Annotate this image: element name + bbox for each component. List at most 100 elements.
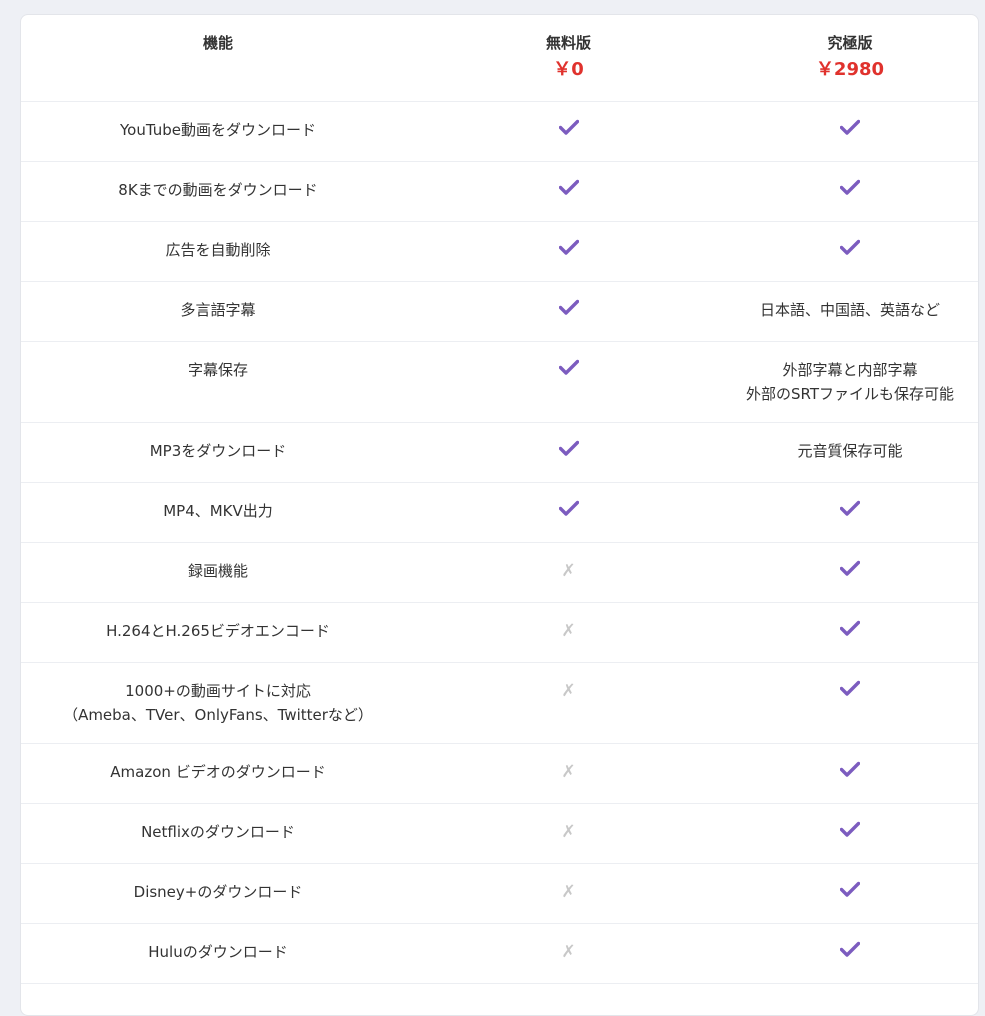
ultimate-plan-label: 究極版 xyxy=(827,34,873,52)
free-plan-price: ￥0 xyxy=(553,59,584,80)
cross-icon: ✗ xyxy=(561,822,576,842)
feature-cell: 多言語字幕 xyxy=(21,282,415,341)
free-plan-cell xyxy=(415,102,722,161)
table-row: 広告を自動削除 xyxy=(21,222,978,282)
table-row: YouTube動画をダウンロード xyxy=(21,102,978,162)
cross-icon: ✗ xyxy=(561,681,576,701)
feature-label: 8Kまでの動画をダウンロード xyxy=(118,181,318,199)
ultimate-plan-cell xyxy=(722,603,978,662)
feature-label: Netflixのダウンロード xyxy=(141,823,295,841)
table-row: MP4、MKV出力 xyxy=(21,483,978,543)
free-plan-cell: ✗ xyxy=(415,744,722,803)
comparison-table: 機能 無料版 ￥0 究極版 ￥2980 YouTube動画をダウンロード 8Kまで… xyxy=(20,14,979,1016)
cross-icon: ✗ xyxy=(561,882,576,902)
ultimate-plan-cell xyxy=(722,222,978,281)
table-header: 機能 無料版 ￥0 究極版 ￥2980 xyxy=(21,15,978,102)
free-plan-cell: ✗ xyxy=(415,924,722,983)
free-plan-label: 無料版 xyxy=(545,34,591,52)
feature-cell: 字幕保存 xyxy=(21,342,415,422)
feature-label: 録画機能 xyxy=(187,562,248,580)
feature-label: 多言語字幕 xyxy=(180,301,256,319)
check-icon xyxy=(840,179,860,200)
check-icon xyxy=(840,560,860,581)
feature-cell: 1000+の動画サイトに対応 （Ameba、TVer、OnlyFans、Twitt… xyxy=(21,663,415,743)
ultimate-plan-cell xyxy=(722,102,978,161)
free-plan-cell: ✗ xyxy=(415,663,722,743)
ultimate-plan-cell xyxy=(722,804,978,863)
free-plan-cell: ✗ xyxy=(415,543,722,602)
check-icon xyxy=(558,179,579,200)
feature-label: Amazon ビデオのダウンロード xyxy=(110,763,326,781)
feature-label: 広告を自動削除 xyxy=(165,241,271,259)
ultimate-plan-cell: 元音質保存可能 xyxy=(722,423,978,482)
table-row: 録画機能 ✗ xyxy=(21,543,978,603)
feature-cell: Disney+のダウンロード xyxy=(21,864,415,923)
table-row: MP3をダウンロード 元音質保存可能 xyxy=(21,423,978,483)
check-icon xyxy=(840,500,860,521)
check-icon xyxy=(840,680,860,701)
ultimate-plan-cell xyxy=(722,924,978,983)
ultimate-plan-cell: 日本語、中国語、英語など xyxy=(722,282,978,341)
table-row: 1000+の動画サイトに対応 （Ameba、TVer、OnlyFans、Twitt… xyxy=(21,663,978,744)
check-icon xyxy=(840,239,860,260)
cross-icon: ✗ xyxy=(561,762,576,782)
feature-cell: 8Kまでの動画をダウンロード xyxy=(21,162,415,221)
ultimate-plan-price: ￥2980 xyxy=(815,59,885,80)
feature-cell: Huluのダウンロード xyxy=(21,924,415,983)
feature-label: YouTube動画をダウンロード xyxy=(120,121,316,139)
feature-label: MP4、MKV出力 xyxy=(163,502,273,520)
free-plan-cell xyxy=(415,222,722,281)
feature-cell: MP3をダウンロード xyxy=(21,423,415,482)
feature-cell: H.264とH.265ビデオエンコード xyxy=(21,603,415,662)
ultimate-feature-text: 外部字幕と内部字幕 xyxy=(782,361,918,379)
check-icon xyxy=(558,440,579,461)
check-icon xyxy=(840,881,860,902)
feature-label: Huluのダウンロード xyxy=(148,943,288,961)
table-row: Disney+のダウンロード ✗ xyxy=(21,864,978,924)
ultimate-plan-header: 究極版 ￥2980 xyxy=(722,15,978,101)
feature-label: （Ameba、TVer、OnlyFans、Twitterなど） xyxy=(63,706,373,724)
ultimate-feature-text: 元音質保存可能 xyxy=(797,442,903,460)
free-plan-cell: ✗ xyxy=(415,603,722,662)
table-row: Amazon ビデオのダウンロード ✗ xyxy=(21,744,978,804)
feature-header-label: 機能 xyxy=(202,34,233,52)
ultimate-plan-cell xyxy=(722,483,978,542)
feature-label: 1000+の動画サイトに対応 xyxy=(125,682,311,700)
check-icon xyxy=(840,119,860,140)
free-plan-cell: ✗ xyxy=(415,864,722,923)
table-row: 8Kまでの動画をダウンロード xyxy=(21,162,978,222)
free-plan-cell: ✗ xyxy=(415,804,722,863)
ultimate-feature-text: 外部のSRTファイルも保存可能 xyxy=(745,385,955,403)
ultimate-plan-cell xyxy=(722,744,978,803)
ultimate-plan-cell xyxy=(722,162,978,221)
cross-icon: ✗ xyxy=(561,621,576,641)
feature-cell: Netflixのダウンロード xyxy=(21,804,415,863)
free-plan-cell xyxy=(415,423,722,482)
free-plan-cell xyxy=(415,483,722,542)
check-icon xyxy=(840,941,860,962)
ultimate-plan-cell xyxy=(722,864,978,923)
table-row: Huluのダウンロード ✗ xyxy=(21,924,978,984)
feature-column-header: 機能 xyxy=(21,15,415,101)
check-icon xyxy=(558,359,579,380)
ultimate-plan-cell xyxy=(722,663,978,743)
ultimate-plan-cell: 外部字幕と内部字幕外部のSRTファイルも保存可能 xyxy=(722,342,978,422)
cross-icon: ✗ xyxy=(561,561,576,581)
free-plan-cell xyxy=(415,162,722,221)
free-plan-header: 無料版 ￥0 xyxy=(415,15,722,101)
table-row: 多言語字幕 日本語、中国語、英語など xyxy=(21,282,978,342)
check-icon xyxy=(558,299,579,320)
ultimate-feature-text: 日本語、中国語、英語など xyxy=(759,301,940,319)
feature-cell: MP4、MKV出力 xyxy=(21,483,415,542)
ultimate-plan-cell xyxy=(722,543,978,602)
table-row: 字幕保存 外部字幕と内部字幕外部のSRTファイルも保存可能 xyxy=(21,342,978,423)
feature-label: H.264とH.265ビデオエンコード xyxy=(106,622,330,640)
feature-cell: Amazon ビデオのダウンロード xyxy=(21,744,415,803)
check-icon xyxy=(558,239,579,260)
check-icon xyxy=(840,620,860,641)
cross-icon: ✗ xyxy=(561,942,576,962)
table-row: Netflixのダウンロード ✗ xyxy=(21,804,978,864)
check-icon xyxy=(558,500,579,521)
free-plan-cell xyxy=(415,342,722,422)
table-body: YouTube動画をダウンロード 8Kまでの動画をダウンロード 広告を自動削除 多言語… xyxy=(21,102,978,984)
